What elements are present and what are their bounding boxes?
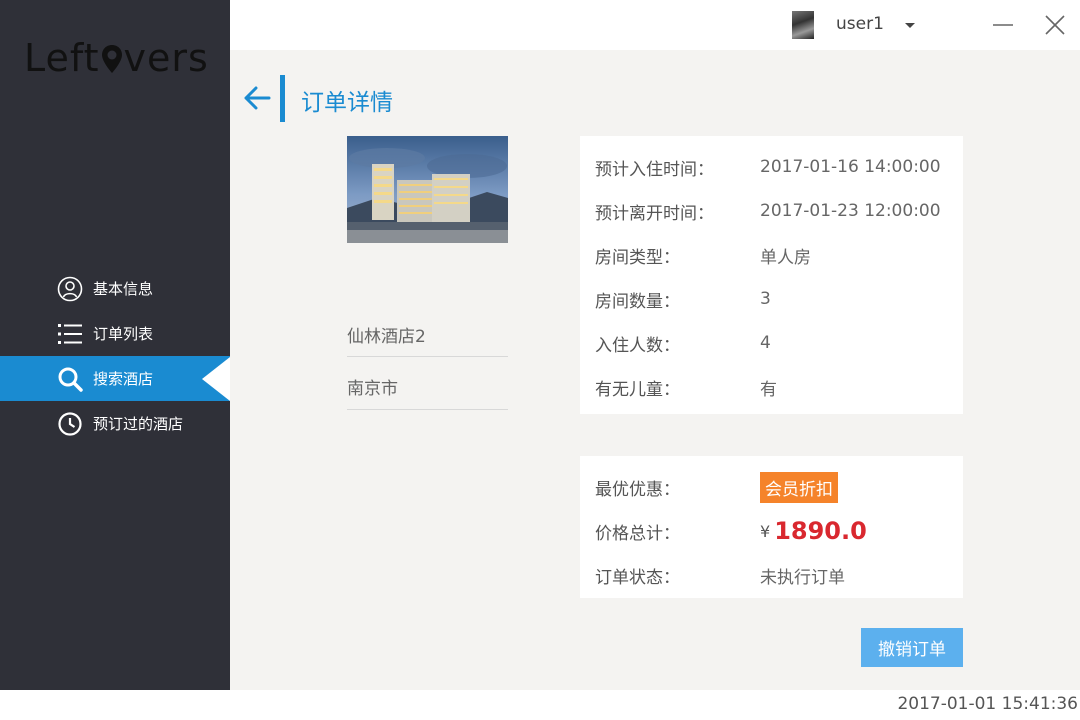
order-status: 未执行订单	[760, 567, 845, 588]
room-count-row: 房间数量： 3	[580, 277, 963, 321]
room-type-label: 房间类型：	[595, 247, 680, 268]
room-count-label: 房间数量：	[595, 291, 680, 312]
sidebar-item-label: 订单列表	[93, 325, 154, 343]
cancel-order-button[interactable]: 撤销订单	[861, 628, 963, 667]
app-logo: Left vers	[24, 36, 209, 80]
sidebar-item-order-list[interactable]: 订单列表	[0, 311, 230, 356]
discount-label: 最优优惠：	[595, 479, 680, 500]
total-row: 价格总计： ¥ 1890.0	[580, 509, 963, 553]
room-count-value: 3	[760, 289, 771, 309]
currency-symbol: ¥	[760, 521, 771, 541]
total-label: 价格总计：	[595, 523, 680, 544]
room-type-value: 单人房	[760, 247, 811, 268]
hotel-name: 仙林酒店2	[347, 312, 508, 357]
clock-icon	[57, 411, 83, 437]
sidebar-item-label: 基本信息	[93, 280, 154, 298]
children-value: 有	[760, 379, 777, 400]
sidebar-item-search-hotel[interactable]: 搜索酒店	[0, 356, 230, 401]
username[interactable]: user1	[836, 14, 884, 34]
minimize-icon[interactable]	[990, 12, 1016, 38]
status-label: 订单状态：	[595, 567, 680, 588]
main-content: 订单详情 仙林酒店2 南京市 预计入住时间： 2017-01-16 14:00:…	[230, 50, 1080, 690]
guests-value: 4	[760, 333, 771, 353]
hotel-city: 南京市	[347, 364, 508, 410]
arrow-left-icon[interactable]	[242, 83, 272, 113]
room-type-row: 房间类型： 单人房	[580, 233, 963, 277]
search-icon	[57, 366, 83, 392]
sidebar-item-booked-hotels[interactable]: 预订过的酒店	[0, 401, 230, 446]
checkout-value: 2017-01-23 12:00:00	[760, 201, 941, 221]
sidebar-nav: 基本信息 订单列表 搜索酒店 预订过的酒店	[0, 266, 230, 446]
guests-label: 入住人数：	[595, 335, 680, 356]
checkin-row: 预计入住时间： 2017-01-16 14:00:00	[580, 145, 963, 189]
page-title: 订单详情	[301, 90, 393, 116]
guests-row: 入住人数： 4	[580, 321, 963, 365]
pricing-card: 最优优惠： 会员折扣 价格总计： ¥ 1890.0 订单状态： 未执行订单	[580, 456, 963, 598]
sidebar-item-label: 搜索酒店	[93, 370, 154, 388]
discount-badge: 会员折扣	[760, 471, 838, 503]
sidebar: Left vers 基本信息 订单列表 搜索酒店 预订过的酒店	[0, 0, 230, 690]
order-details-card: 预计入住时间： 2017-01-16 14:00:00 预计离开时间： 2017…	[580, 136, 963, 414]
caret-down-icon[interactable]	[902, 17, 918, 33]
status-timestamp: 2017-01-01 15:41:36	[897, 694, 1078, 714]
user-circle-icon	[57, 276, 83, 302]
checkin-label: 预计入住时间：	[595, 159, 714, 180]
checkout-row: 预计离开时间： 2017-01-23 12:00:00	[580, 189, 963, 233]
discount-row: 最优优惠： 会员折扣	[580, 465, 963, 509]
children-label: 有无儿童：	[595, 379, 680, 400]
hotel-image	[347, 136, 508, 243]
checkout-label: 预计离开时间：	[595, 203, 714, 224]
sidebar-item-basic-info[interactable]: 基本信息	[0, 266, 230, 311]
map-pin-icon	[101, 39, 123, 73]
close-icon[interactable]	[1042, 12, 1068, 38]
status-row: 订单状态： 未执行订单	[580, 553, 963, 597]
total-price: 1890.0	[774, 517, 867, 545]
sidebar-item-label: 预订过的酒店	[93, 415, 184, 433]
user-avatar[interactable]	[792, 11, 814, 39]
list-icon	[57, 321, 83, 347]
title-accent-bar	[280, 75, 285, 122]
children-row: 有无儿童： 有	[580, 365, 963, 409]
checkin-value: 2017-01-16 14:00:00	[760, 157, 941, 177]
top-bar: user1	[230, 0, 1080, 50]
